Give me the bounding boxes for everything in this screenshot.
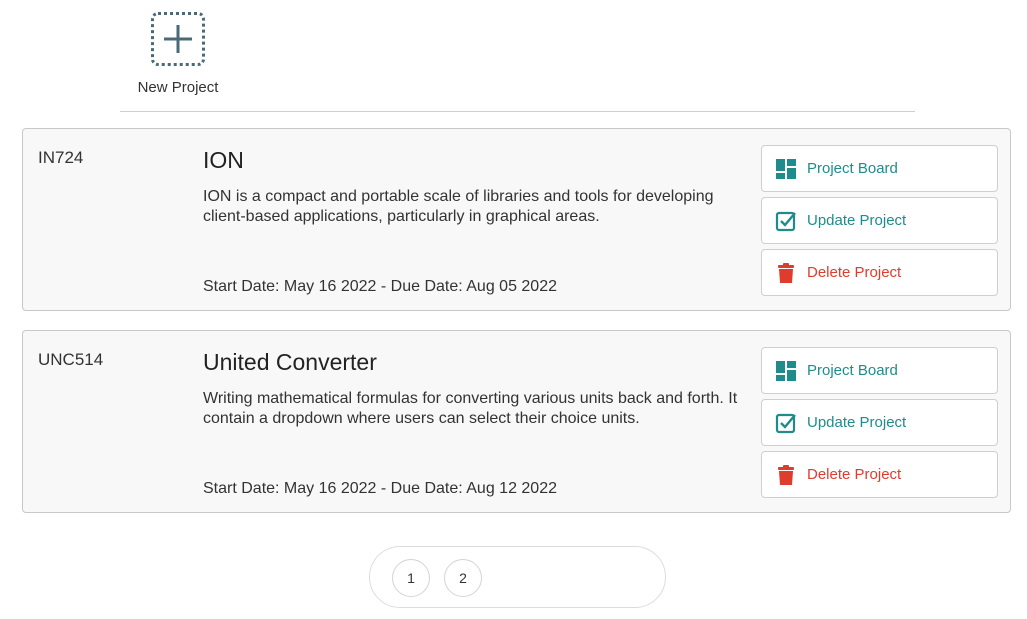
delete-project-button[interactable]: Delete Project [761,249,998,296]
delete-project-label: Delete Project [807,466,902,483]
project-id: UNC514 [38,350,104,369]
delete-project-label: Delete Project [807,264,902,281]
check-square-icon [775,210,797,232]
project-card: IN724 ION ION is a compact and portable … [22,128,1011,311]
project-dates: Start Date: May 16 2022 - Due Date: Aug … [203,480,557,497]
plus-icon [164,25,192,53]
project-description: ION is a compact and portable scale of l… [203,188,714,225]
update-project-label: Update Project [807,212,907,229]
project-dates: Start Date: May 16 2022 - Due Date: Aug … [203,278,557,295]
pagination: 1 2 [369,546,666,608]
project-actions: Project Board Update Project Delete Proj… [761,145,998,301]
new-project: New Project [120,10,236,96]
project-actions: Project Board Update Project Delete Proj… [761,347,998,503]
new-project-label: New Project [137,79,219,96]
new-project-button[interactable] [151,12,205,66]
update-project-label: Update Project [807,414,907,431]
project-board-button[interactable]: Project Board [761,347,998,394]
update-project-button[interactable]: Update Project [761,197,998,244]
dashboard-icon [775,360,797,382]
update-project-button[interactable]: Update Project [761,399,998,446]
project-title: United Converter [203,349,377,375]
trash-icon [775,464,797,486]
project-card: UNC514 United Converter Writing mathemat… [22,330,1011,513]
dashboard-icon [775,158,797,180]
trash-icon [775,262,797,284]
project-description: Writing mathematical formulas for conver… [203,390,738,427]
delete-project-button[interactable]: Delete Project [761,451,998,498]
project-board-label: Project Board [807,362,898,379]
project-board-label: Project Board [807,160,898,177]
project-title: ION [203,147,244,173]
project-board-button[interactable]: Project Board [761,145,998,192]
check-square-icon [775,412,797,434]
page-button-1[interactable]: 1 [392,559,430,597]
project-id: IN724 [38,148,84,167]
divider [120,111,915,112]
page-button-2[interactable]: 2 [444,559,482,597]
